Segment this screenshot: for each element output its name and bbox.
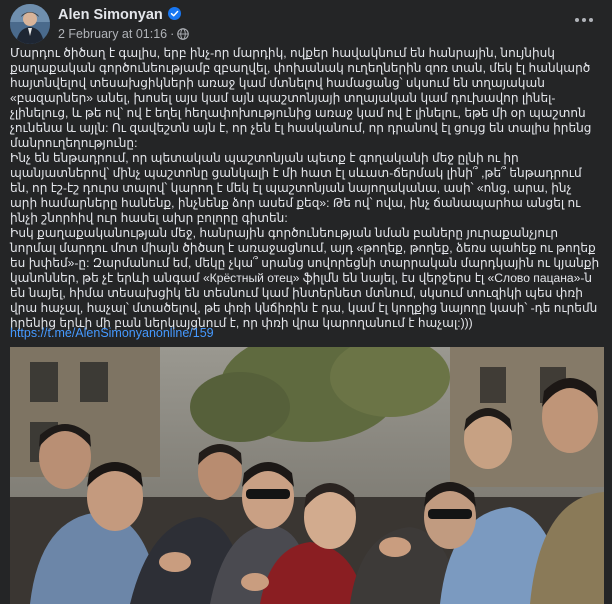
author-name-text[interactable]: Alen Simonyan — [58, 7, 163, 23]
author-name[interactable]: Alen Simonyan — [58, 7, 181, 23]
verified-badge-icon — [167, 7, 181, 20]
post-header: Alen Simonyan 2 February at 01:16 · — [10, 4, 602, 44]
photo-group-of-young-men — [10, 347, 604, 604]
more-options-icon[interactable] — [572, 10, 596, 30]
post-body-text: Մարդու ծիծաղ է գալիս, երբ ինչ-որ մարդիկ,… — [10, 46, 600, 330]
author-avatar[interactable] — [10, 4, 50, 44]
post-meta: 2 February at 01:16 · — [58, 27, 190, 41]
avatar-image — [10, 4, 50, 44]
meta-separator: · — [170, 27, 175, 41]
post-photo[interactable] — [10, 347, 604, 604]
post-date[interactable]: 2 February at 01:16 — [58, 27, 167, 41]
post-telegram-link[interactable]: https://t.me/AlenSimonyanonline/159 — [10, 326, 214, 340]
facebook-post: Alen Simonyan 2 February at 01:16 · Մարդո… — [0, 0, 612, 604]
globe-icon[interactable] — [177, 28, 190, 40]
